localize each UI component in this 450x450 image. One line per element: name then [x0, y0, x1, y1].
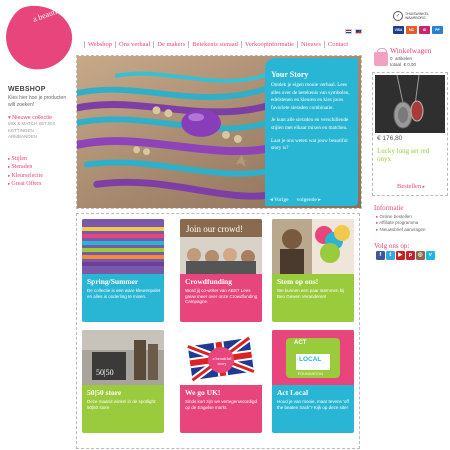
product-price: € 176,80 [377, 135, 403, 142]
nav-nieuws[interactable]: Nieuws [298, 41, 324, 48]
tile-title: We go UK! [185, 388, 221, 397]
featured-product[interactable]: € 176,80 Lucky long set red onyx Bestell… [372, 72, 448, 196]
tile-we-go-uk[interactable]: a beautiful story We go UK! Sinds kort z… [180, 330, 262, 433]
paypal-icon: PP [432, 26, 443, 34]
tile-title: Act Local [277, 388, 309, 397]
tile-title: 50|50 store [87, 388, 122, 397]
thuiswinkel-badge[interactable]: ✓ THUISWINKEL WAARBORG [393, 11, 443, 21]
shopping-cart[interactable]: Winkelwagen 0 artikelen totaal € 0,00 [368, 44, 448, 70]
nav-ons-verhaal[interactable]: Ons verhaal [116, 41, 153, 48]
pinterest-icon[interactable]: p [406, 251, 415, 260]
story-paragraph-1: Ontdek je eigen mooie verhaal. Lees alle… [271, 82, 350, 111]
follow-title: Volg ons op: [374, 242, 410, 250]
tile-text: Houd je van mooie, maar tevens 'off the … [277, 399, 349, 410]
tile-spring-summer[interactable]: Spring/Summer De collectie is een ware k… [82, 219, 164, 322]
hero-pager: ◂ Vorige volgende ▸ [270, 197, 321, 203]
story-panel: Your Story Ontdek je eigen mooie verhaal… [265, 58, 358, 206]
twitter-icon[interactable]: t [386, 251, 395, 260]
sidebar-subtitle: Kies hier hoe je producten wilt zoeken! [8, 95, 67, 108]
tile-text: Sinds kort zijn we vertegenwoordigd op d… [185, 399, 258, 410]
act-badge-sub: FOUNDATION [298, 372, 323, 376]
cart-total: totaal € 0,00 [390, 62, 417, 67]
act-badge-top: ACT [294, 340, 307, 346]
main-nav: Webshop Ons verhaal De makers Betekenis … [84, 41, 351, 48]
tile-text: Word jij co-writer van ABS? Lees gauw me… [185, 288, 258, 305]
tile-image-bracelets [82, 219, 164, 274]
product-name[interactable]: Lucky long set red onyx [377, 147, 445, 163]
thuiswinkel-label: THUISWINKEL WAARBORG [405, 12, 429, 20]
facebook-icon[interactable]: f [376, 251, 385, 260]
shopping-bag-icon [374, 48, 388, 66]
tile-text: Deze maand winkel in de spotlight: 50|50… [87, 399, 157, 410]
nav-betekenis-sieraad[interactable]: Betekenis sieraad [189, 41, 241, 48]
nav-verkoopinformatie[interactable]: Verkoopinformatie [242, 41, 297, 48]
tile-image-vote [272, 219, 354, 274]
visa-icon: VISA [393, 26, 404, 34]
sidebar-item-armbanden[interactable]: ARMBANDEN [8, 134, 55, 140]
tile-title: Crowdfunding [185, 277, 232, 286]
cart-items: 0 artikelen [390, 56, 413, 61]
payment-logos: VISA MC iD PP [393, 26, 443, 34]
hero-prev-button[interactable]: ◂ Vorige [270, 197, 289, 203]
story-text: Ontdek je eigen mooie verhaal. Lees alle… [271, 82, 352, 153]
tile-crowdfunding[interactable]: Join our crowd! Crowdfunding Word jij co… [180, 219, 262, 322]
trust-badges: ✓ THUISWINKEL WAARBORG VISA MC iD PP [393, 11, 443, 34]
flag-uk-icon[interactable] [355, 29, 362, 34]
nav-contact[interactable]: Contact [325, 41, 351, 48]
act-badge-main: LOCAL [299, 356, 322, 363]
sidebar-categories: ▾ Nieuwe collectie MIX & MATCH SETJES KE… [8, 115, 55, 141]
uk-stamp-text: a beautiful story [212, 356, 232, 366]
tile-act-local[interactable]: ACT LOCAL FOUNDATION Act Local Houd je v… [272, 330, 354, 433]
mastercard-icon: MC [406, 26, 417, 34]
story-title: Your Story [271, 70, 309, 79]
flag-nl-icon[interactable] [345, 29, 352, 34]
sidebar-item-mix-match[interactable]: MIX & MATCH SETJES [8, 121, 55, 127]
tile-title: Spring/Summer [87, 277, 139, 286]
social-links: f t ▶ p ◎ v [376, 251, 435, 260]
store-sign-text: 50|50 [96, 368, 114, 377]
sidebar-item-stijlen[interactable]: Stijlen [8, 155, 43, 163]
order-button[interactable]: Bestellen [397, 183, 425, 190]
sidebar-item-kleurselectie[interactable]: Kleurselectie [8, 172, 43, 180]
instagram-icon[interactable]: ◎ [416, 251, 425, 260]
info-item-nieuwsbrief[interactable]: Nieuwsbrief aanvragen [376, 227, 426, 233]
thuiswinkel-icon: ✓ [393, 11, 403, 21]
hero-next-button[interactable]: volgende ▸ [297, 197, 321, 203]
nav-de-makers[interactable]: De makers [154, 41, 188, 48]
sidebar-links: Stijlen Sieraden Kleurselectie Great Off… [8, 155, 43, 188]
info-title: Informatie [374, 204, 404, 212]
story-paragraph-2: Je kunt alle sieraden en verschillende s… [271, 117, 349, 131]
info-item-affiliate[interactable]: Affiliate programma [376, 220, 426, 226]
site-logo[interactable]: a beautiful story [4, 2, 76, 74]
sidebar-item-great-offers[interactable]: Great Offers [8, 180, 43, 188]
product-image[interactable] [375, 75, 445, 133]
sidebar-title: WEBSHOP [8, 86, 46, 93]
sidebar-item-sieraden[interactable]: Sieraden [8, 163, 43, 171]
ideal-icon: iD [419, 26, 430, 34]
tile-stem-op-ons[interactable]: Stem op ons! We kunnen een paar stemmen … [272, 219, 354, 322]
crowd-banner-text: Join our crowd! [186, 224, 243, 234]
tile-5050-store[interactable]: 50|50 50|50 store Deze maand winkel in d… [82, 330, 164, 433]
vimeo-icon[interactable]: v [426, 251, 435, 260]
story-paragraph-3: Laat je ons weten wat jouw beautiful sto… [271, 137, 348, 152]
tile-text: De collectie is een ware kleurenpalet en… [87, 288, 161, 299]
language-switcher [345, 29, 362, 34]
info-list: Online bestellen Affiliate programma Nie… [376, 214, 426, 233]
tile-text: We kunnen een paar stemmen bij Ben Gewen… [277, 288, 345, 299]
youtube-icon[interactable]: ▶ [396, 251, 405, 260]
tile-image-store [82, 330, 164, 385]
nav-webshop[interactable]: Webshop [85, 41, 115, 48]
cart-title[interactable]: Winkelwagen [390, 46, 431, 55]
tile-title: Stem op ons! [277, 277, 319, 286]
